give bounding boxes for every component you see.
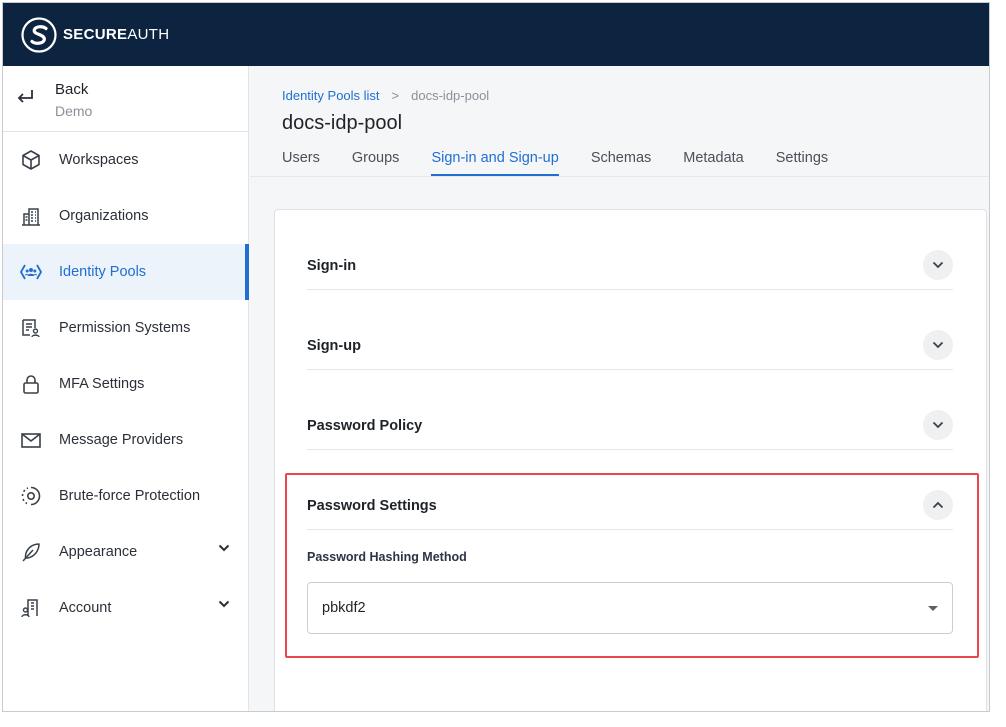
sidebar-item-label: Appearance: [59, 544, 138, 560]
tab-metadata[interactable]: Metadata: [683, 150, 743, 176]
back-context: Demo: [55, 103, 93, 119]
sidebar-item-label: Organizations: [59, 208, 149, 224]
brand-name: SECUREAUTH: [63, 26, 170, 43]
tab-schemas[interactable]: Schemas: [591, 150, 651, 176]
sidebar-item-brute-force-protection[interactable]: Brute-force Protection: [3, 468, 248, 524]
section-title: Password Policy: [307, 418, 423, 434]
feather-icon: [19, 540, 43, 564]
back-label: Back: [55, 81, 89, 98]
sidebar-item-permission-systems[interactable]: Permission Systems: [3, 300, 248, 356]
secureauth-logo-icon[interactable]: [21, 16, 57, 53]
breadcrumb-identity-pools-list[interactable]: Identity Pools list: [282, 88, 380, 103]
sidebar-item-workspaces[interactable]: Workspaces: [3, 132, 248, 188]
sidebar-item-label: Account: [59, 600, 112, 616]
envelope-icon: [19, 428, 43, 452]
chevron-down-icon: [932, 261, 944, 269]
tab-groups[interactable]: Groups: [352, 150, 400, 176]
expand-password-policy-button[interactable]: [923, 410, 953, 440]
tab-sign-in-and-sign-up[interactable]: Sign-in and Sign-up: [431, 150, 559, 176]
breadcrumb-separator: >: [391, 88, 400, 103]
caret-down-icon: [928, 606, 938, 611]
section-title: Sign-in: [307, 258, 357, 274]
section-password-settings[interactable]: Password Settings: [307, 450, 953, 530]
chevron-down-icon: [932, 421, 944, 429]
sidebar-item-label: Brute-force Protection: [59, 488, 201, 504]
app-window: SECUREAUTH Back Demo Workspaces Organiza…: [2, 2, 990, 712]
sidebar-item-label: Permission Systems: [59, 320, 191, 336]
section-password-policy[interactable]: Password Policy: [307, 370, 953, 450]
chevron-up-icon: [932, 501, 944, 509]
password-hashing-method-select[interactable]: pbkdf2: [307, 582, 953, 634]
cube-icon: [19, 148, 43, 172]
tabs-divider: [250, 176, 989, 177]
chevron-down-icon: [932, 341, 944, 349]
tab-bar: Users Groups Sign-in and Sign-up Schemas…: [282, 150, 860, 176]
identity-pool-icon: [19, 260, 43, 284]
tab-settings[interactable]: Settings: [776, 150, 828, 176]
chevron-down-icon[interactable]: [218, 544, 230, 552]
sidebar-item-label: Message Providers: [59, 432, 184, 448]
collapse-password-settings-button[interactable]: [923, 490, 953, 520]
sidebar-item-label: Workspaces: [59, 152, 139, 168]
section-sign-in[interactable]: Sign-in: [307, 210, 953, 290]
breadcrumb: Identity Pools list > docs-idp-pool: [282, 88, 489, 103]
sidebar-item-mfa-settings[interactable]: MFA Settings: [3, 356, 248, 412]
tab-users[interactable]: Users: [282, 150, 320, 176]
account-building-icon: [19, 596, 43, 620]
sidebar-item-label: MFA Settings: [59, 376, 145, 392]
expand-sign-up-button[interactable]: [923, 330, 953, 360]
sidebar-item-account[interactable]: Account: [3, 580, 248, 636]
section-sign-up[interactable]: Sign-up: [307, 290, 953, 370]
buildings-icon: [19, 204, 43, 228]
sidebar-item-organizations[interactable]: Organizations: [3, 188, 248, 244]
lock-icon: [19, 372, 43, 396]
settings-card: Sign-in Sign-up Password Policy Password…: [274, 209, 987, 711]
top-bar: SECUREAUTH: [3, 3, 989, 66]
select-value: pbkdf2: [322, 600, 366, 616]
sidebar-item-message-providers[interactable]: Message Providers: [3, 412, 248, 468]
sidebar: Back Demo Workspaces Organizations Ident…: [3, 66, 249, 711]
sidebar-item-identity-pools[interactable]: Identity Pools: [3, 244, 249, 300]
sidebar-item-appearance[interactable]: Appearance: [3, 524, 248, 580]
shield-target-icon: [19, 484, 43, 508]
permission-doc-icon: [19, 316, 43, 340]
return-arrow-icon: [17, 90, 33, 103]
section-title: Sign-up: [307, 338, 361, 354]
main-content: Identity Pools list > docs-idp-pool docs…: [250, 66, 989, 711]
section-title: Password Settings: [307, 498, 437, 514]
password-hashing-method-label: Password Hashing Method: [307, 550, 467, 564]
back-button[interactable]: Back Demo: [3, 66, 248, 132]
breadcrumb-current: docs-idp-pool: [411, 88, 490, 103]
chevron-down-icon[interactable]: [218, 600, 230, 608]
page-title: docs-idp-pool: [282, 112, 403, 134]
expand-sign-in-button[interactable]: [923, 250, 953, 280]
sidebar-item-label: Identity Pools: [59, 264, 147, 280]
